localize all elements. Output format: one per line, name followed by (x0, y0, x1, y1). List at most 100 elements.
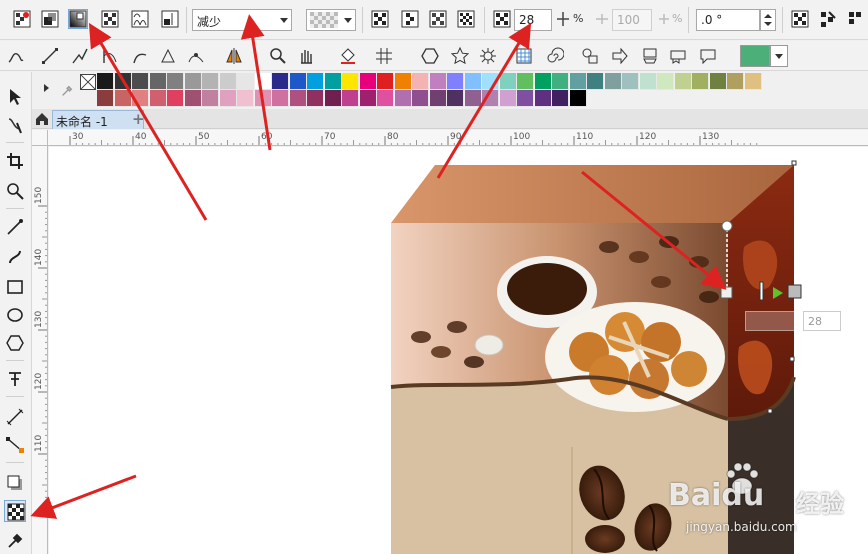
polygon-tool-icon[interactable] (4, 332, 26, 354)
palette-swatch[interactable] (219, 73, 237, 90)
palette-swatch[interactable] (674, 73, 692, 90)
zoom-tool-icon[interactable] (4, 180, 26, 202)
palette-swatch[interactable] (709, 73, 727, 90)
text-tool-icon[interactable] (4, 368, 26, 390)
polyline-icon[interactable] (70, 46, 90, 66)
shape-tool-icon[interactable] (4, 114, 26, 136)
palette-swatch[interactable] (604, 73, 622, 90)
artistic-media-icon[interactable] (4, 246, 26, 268)
palette-swatch[interactable] (272, 73, 289, 90)
palette-swatch[interactable] (447, 90, 464, 107)
palette-swatch[interactable] (499, 90, 517, 107)
palette-swatch[interactable] (289, 90, 307, 107)
palette-swatch[interactable] (149, 90, 167, 107)
polygon-icon[interactable] (420, 46, 440, 66)
palette-swatch[interactable] (219, 90, 237, 107)
dimension-tool-icon[interactable] (4, 406, 26, 428)
copy-transparency-icon[interactable] (790, 9, 810, 29)
eyedropper-icon[interactable] (60, 84, 74, 98)
palette-swatch[interactable] (359, 73, 377, 90)
palette-swatch[interactable] (447, 73, 464, 90)
home-icon[interactable] (34, 111, 50, 127)
palette-swatch[interactable] (342, 90, 359, 107)
flowchart-shapes-icon[interactable] (640, 46, 660, 66)
fountain-transparency-icon[interactable] (68, 9, 88, 29)
palette-swatch[interactable] (324, 73, 342, 90)
pen-icon[interactable] (130, 46, 150, 66)
freehand-tool-icon[interactable] (4, 216, 26, 238)
plus-slider-icon[interactable] (553, 9, 569, 29)
rectangular-fountain-icon[interactable] (456, 9, 476, 29)
palette-swatch[interactable] (377, 73, 394, 90)
palette-swatch[interactable] (324, 90, 342, 107)
palette-swatch[interactable] (254, 73, 272, 90)
no-transparency-icon[interactable] (12, 9, 32, 29)
palette-swatch[interactable] (289, 73, 307, 90)
transparency-pattern-picker[interactable] (306, 9, 356, 31)
palette-swatch[interactable] (97, 90, 114, 107)
freeze-transparency-icon[interactable] (846, 9, 866, 29)
fill-bucket-icon[interactable] (338, 46, 358, 66)
palette-swatch[interactable] (254, 90, 272, 107)
merge-mode-dropdown[interactable]: 减少 (192, 9, 292, 31)
palette-swatch[interactable] (569, 90, 587, 107)
palette-menu-arrow-icon[interactable] (44, 84, 49, 92)
transparency-tool-icon[interactable] (4, 500, 26, 522)
ellipse-tool-icon[interactable] (4, 304, 26, 326)
vertical-ruler[interactable]: 150 140 130 120 110 (32, 146, 48, 554)
palette-swatch[interactable] (464, 90, 482, 107)
banner-shapes-icon[interactable] (668, 46, 688, 66)
no-color-swatch[interactable] (80, 74, 96, 90)
spiral-icon[interactable] (544, 46, 564, 66)
complex-star-icon[interactable] (478, 46, 498, 66)
bezier-icon[interactable] (100, 46, 120, 66)
palette-swatch[interactable] (534, 73, 552, 90)
points-icon[interactable] (186, 46, 206, 66)
edit-transparency-icon[interactable] (818, 9, 838, 29)
pick-tool-icon[interactable] (4, 86, 26, 108)
palette-swatch[interactable] (482, 73, 499, 90)
horizontal-ruler[interactable]: 30 40 50 60 70 80 90 100 110 120 130 (48, 130, 868, 146)
palette-swatch[interactable] (552, 73, 569, 90)
palette-swatch[interactable] (482, 90, 499, 107)
palette-swatch[interactable] (412, 73, 429, 90)
angle-spinner[interactable] (760, 9, 776, 31)
palette-swatch[interactable] (237, 73, 254, 90)
palette-swatch[interactable] (657, 73, 674, 90)
palette-swatch[interactable] (569, 73, 587, 90)
palette-swatch[interactable] (639, 73, 657, 90)
palette-swatch[interactable] (587, 73, 604, 90)
palette-swatch[interactable] (429, 90, 447, 107)
rectangle-tool-icon[interactable] (4, 276, 26, 298)
pan-hand-icon[interactable] (296, 46, 316, 66)
palette-swatch[interactable] (394, 90, 412, 107)
line-icon[interactable] (40, 46, 60, 66)
crop-tool-icon[interactable] (4, 150, 26, 172)
star-icon[interactable] (450, 46, 470, 66)
palette-swatch[interactable] (307, 90, 324, 107)
palette-swatch[interactable] (132, 73, 149, 90)
palette-swatch[interactable] (114, 90, 132, 107)
bitmap-pattern-transparency-icon[interactable] (130, 9, 150, 29)
palette-swatch[interactable] (622, 73, 639, 90)
palette-swatch[interactable] (394, 73, 412, 90)
palette-swatch[interactable] (517, 73, 534, 90)
palette-swatch[interactable] (552, 90, 569, 107)
arrow-shapes-icon[interactable] (610, 46, 630, 66)
fill-color-swatch[interactable] (740, 45, 770, 67)
transparency-handle-top[interactable] (721, 220, 733, 232)
conical-fountain-icon[interactable] (428, 9, 448, 29)
linear-fountain-icon[interactable] (370, 9, 390, 29)
freehand-icon[interactable] (6, 46, 26, 66)
palette-swatch[interactable] (429, 73, 447, 90)
palette-swatch[interactable] (184, 73, 202, 90)
palette-swatch[interactable] (499, 73, 517, 90)
two-color-pattern-transparency-icon[interactable] (160, 9, 180, 29)
angle-input[interactable]: .0 ° (696, 9, 760, 31)
transparency-start-node[interactable] (720, 286, 733, 299)
elliptical-fountain-icon[interactable] (400, 9, 420, 29)
palette-swatch[interactable] (412, 90, 429, 107)
drop-shadow-tool-icon[interactable] (4, 472, 26, 494)
fill-color-dropdown[interactable] (770, 45, 788, 67)
uniform-transparency-icon[interactable] (40, 9, 60, 29)
